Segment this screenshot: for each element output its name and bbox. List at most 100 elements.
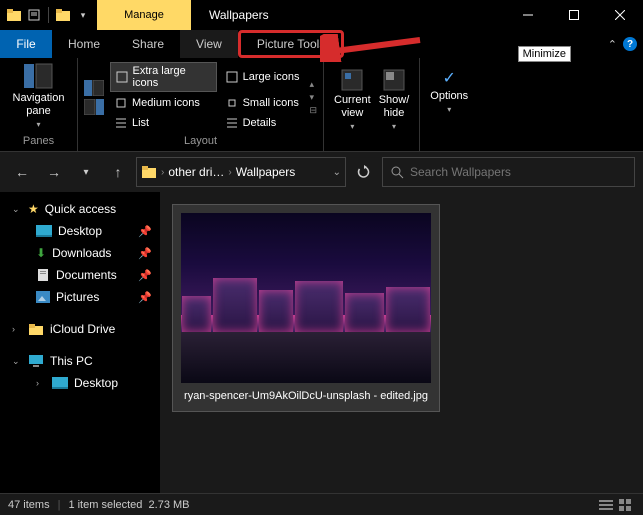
tooltip-text: Minimize — [523, 48, 566, 60]
ribbon-label: Current view — [334, 94, 371, 120]
properties-icon[interactable] — [26, 7, 42, 23]
current-view-button[interactable]: Current view ▾ — [330, 66, 375, 133]
file-thumbnail[interactable]: ryan-spencer-Um9AkOilDcU-unsplash - edit… — [172, 204, 440, 412]
search-box[interactable] — [382, 157, 635, 187]
share-tab[interactable]: Share — [116, 30, 180, 58]
folder-icon — [6, 7, 22, 23]
search-input[interactable] — [410, 165, 626, 179]
layout-expand[interactable]: ⊟ — [309, 105, 317, 116]
folder-small-icon[interactable] — [55, 7, 71, 23]
sidebar-documents[interactable]: Documents 📌 — [0, 264, 160, 286]
tree-label: Desktop — [74, 376, 118, 390]
layout-scroll-down[interactable]: ▾ — [309, 92, 317, 103]
sm-icons-icon — [225, 96, 239, 110]
layout-label: Small icons — [243, 97, 299, 109]
qat-dropdown-icon[interactable]: ▾ — [75, 7, 91, 23]
checkmark-icon: ✓ — [443, 68, 456, 88]
context-tab-label: Manage — [124, 9, 164, 21]
tab-label: Home — [68, 37, 100, 51]
pictures-icon — [36, 291, 50, 303]
layout-extra-large-icons[interactable]: Extra large icons — [110, 62, 217, 92]
breadcrumb-segment[interactable]: Wallpapers — [236, 165, 296, 179]
maximize-button[interactable] — [551, 0, 597, 30]
minimize-tooltip: Minimize — [518, 46, 571, 62]
layout-large-icons[interactable]: Large icons — [221, 62, 304, 92]
layout-medium-icons[interactable]: Medium icons — [110, 94, 217, 112]
forward-button[interactable]: → — [40, 158, 68, 186]
tree-label: Downloads — [52, 246, 111, 260]
navigation-tree[interactable]: ⌄ ★ Quick access Desktop 📌 ⬇ Downloads 📌… — [0, 192, 160, 493]
layout-details[interactable]: Details — [221, 114, 304, 132]
md-icons-icon — [114, 96, 128, 110]
nav-pane-label: Navigation pane — [13, 92, 65, 118]
tab-label: Share — [132, 37, 164, 51]
tab-label: Picture Tools — [257, 37, 325, 51]
minimize-button[interactable] — [505, 0, 551, 30]
layout-scroll-up[interactable]: ▴ — [309, 79, 317, 90]
dropdown-icon: ▾ — [350, 122, 354, 131]
tree-label: Pictures — [56, 290, 99, 304]
address-dropdown-icon[interactable]: ⌄ — [333, 167, 341, 178]
expand-icon[interactable]: ⌄ — [12, 356, 22, 367]
current-view-icon — [340, 68, 364, 92]
navigation-pane-icon — [22, 62, 54, 90]
folder-icon — [28, 322, 44, 336]
breadcrumb-segment[interactable]: other dri… — [168, 165, 224, 179]
refresh-button[interactable] — [350, 158, 378, 186]
expand-icon[interactable]: › — [36, 378, 46, 388]
expand-icon[interactable]: ⌄ — [12, 204, 22, 215]
file-list-area[interactable]: ryan-spencer-Um9AkOilDcU-unsplash - edit… — [160, 192, 643, 493]
sidebar-pictures[interactable]: Pictures 📌 — [0, 286, 160, 308]
chevron-right-icon[interactable]: › — [228, 167, 231, 178]
sidebar-desktop[interactable]: Desktop 📌 — [0, 220, 160, 242]
options-button[interactable]: ✓ Options ▾ — [426, 66, 472, 116]
dropdown-icon: ▾ — [392, 122, 396, 131]
close-button[interactable] — [597, 0, 643, 30]
layout-label: List — [132, 117, 149, 129]
recent-dropdown[interactable]: ▾ — [72, 158, 100, 186]
details-pane-icon[interactable] — [84, 99, 104, 115]
thumbnails-view-toggle[interactable] — [617, 497, 635, 513]
list-icon — [114, 116, 128, 130]
manage-context-tab[interactable]: Manage — [97, 0, 191, 30]
layout-list[interactable]: List — [110, 114, 217, 132]
file-name: ryan-spencer-Um9AkOilDcU-unsplash - edit… — [181, 383, 431, 403]
view-tab[interactable]: View — [180, 30, 238, 58]
details-view-toggle[interactable] — [597, 497, 615, 513]
picture-tools-tab[interactable]: Picture Tools — [238, 30, 344, 58]
desktop-icon — [36, 225, 52, 237]
xl-icons-icon — [115, 70, 129, 84]
collapse-ribbon-icon[interactable]: ⌃ — [608, 38, 617, 51]
sidebar-icloud[interactable]: › iCloud Drive — [0, 318, 160, 340]
sidebar-quick-access[interactable]: ⌄ ★ Quick access — [0, 198, 160, 220]
show-hide-button[interactable]: Show/ hide ▾ — [375, 66, 414, 133]
up-button[interactable]: ↑ — [104, 158, 132, 186]
address-bar[interactable]: › other dri… › Wallpapers ⌄ — [136, 157, 346, 187]
navigation-pane-button[interactable]: Navigation pane ▾ — [13, 62, 65, 129]
sidebar-this-pc[interactable]: ⌄ This PC — [0, 350, 160, 372]
expand-icon[interactable]: › — [12, 324, 22, 334]
preview-pane-icon[interactable] — [84, 80, 104, 96]
pin-icon: 📌 — [138, 269, 152, 282]
divider — [48, 7, 49, 23]
tree-label: iCloud Drive — [50, 322, 115, 336]
chevron-right-icon[interactable]: › — [161, 167, 164, 178]
group-label-panes: Panes — [23, 133, 54, 149]
tree-label: Quick access — [45, 202, 116, 216]
ribbon-label: Show/ hide — [379, 94, 410, 120]
help-icon[interactable]: ? — [623, 37, 637, 51]
layout-small-icons[interactable]: Small icons — [221, 94, 304, 112]
status-size: 2.73 MB — [149, 499, 190, 511]
folder-icon — [141, 164, 157, 180]
layout-label: Extra large icons — [133, 65, 212, 89]
pin-icon: 📌 — [138, 225, 152, 238]
status-bar: 47 items | 1 item selected 2.73 MB — [0, 493, 643, 515]
sidebar-downloads[interactable]: ⬇ Downloads 📌 — [0, 242, 160, 264]
image-preview — [181, 213, 431, 383]
sidebar-pc-desktop[interactable]: › Desktop — [0, 372, 160, 394]
back-button[interactable]: ← — [8, 158, 36, 186]
home-tab[interactable]: Home — [52, 30, 116, 58]
file-tab[interactable]: File — [0, 30, 52, 58]
tree-label: Documents — [56, 268, 117, 282]
pin-icon: 📌 — [138, 291, 152, 304]
